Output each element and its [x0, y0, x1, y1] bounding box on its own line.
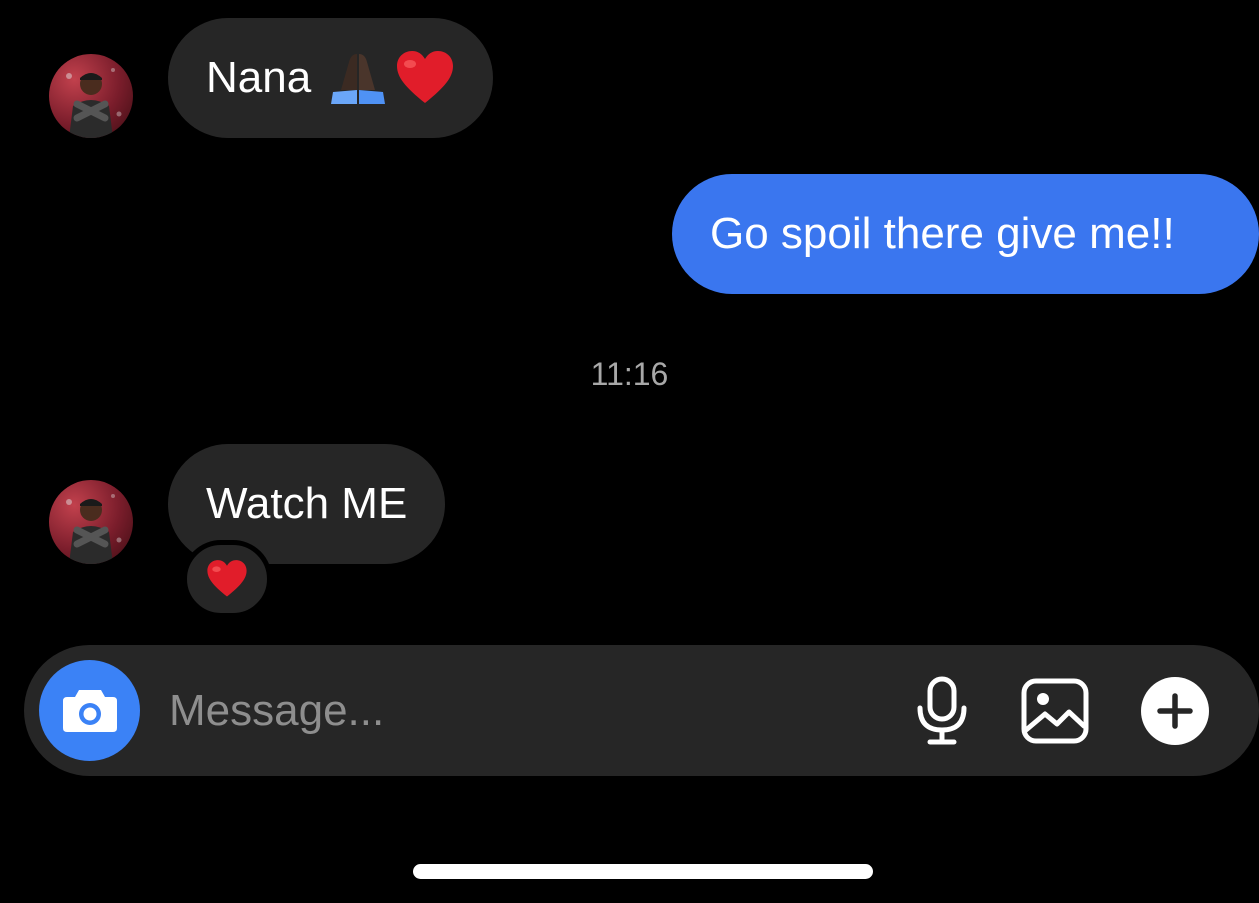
message-composer: [24, 645, 1259, 776]
gallery-button[interactable]: [1020, 677, 1090, 745]
microphone-button[interactable]: [909, 675, 975, 747]
camera-button[interactable]: [39, 660, 140, 761]
message-text: Watch ME: [206, 479, 408, 528]
contact-avatar[interactable]: [49, 54, 133, 138]
message-bubble-received[interactable]: Nana: [168, 18, 494, 138]
message-input[interactable]: [169, 680, 869, 742]
image-icon: [1021, 678, 1089, 744]
avatar-photo-icon: [66, 494, 122, 564]
timestamp: 11:16: [590, 356, 669, 392]
add-button[interactable]: [1140, 676, 1210, 746]
contact-avatar[interactable]: [49, 480, 133, 564]
home-indicator[interactable]: [413, 864, 873, 879]
message-text: Nana: [206, 53, 312, 102]
microphone-icon: [915, 676, 969, 746]
message-text: Go spoil there give me!!: [710, 209, 1175, 258]
red-heart-icon: [395, 51, 455, 105]
red-heart-icon: [206, 560, 248, 598]
reaction-badge[interactable]: [182, 540, 272, 618]
plus-icon: [1140, 676, 1210, 746]
folded-hands-icon: [327, 50, 389, 106]
avatar-photo-icon: [66, 68, 122, 138]
camera-icon: [61, 688, 119, 734]
message-bubble-sent[interactable]: Go spoil there give me!!: [672, 174, 1259, 294]
